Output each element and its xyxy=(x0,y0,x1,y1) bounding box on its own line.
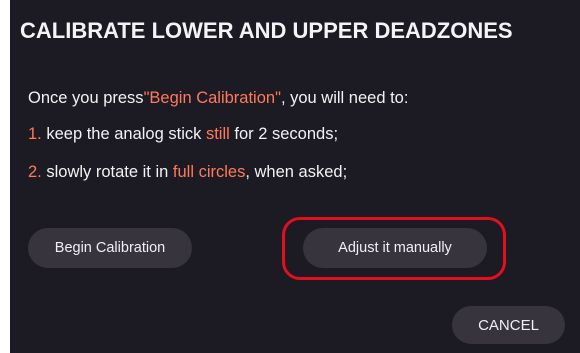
dialog-title: CALIBRATE LOWER AND UPPER DEADZONES xyxy=(20,18,513,43)
cancel-button[interactable]: CANCEL xyxy=(452,306,565,344)
step-1-text-after: for 2 seconds; xyxy=(229,125,339,143)
step-2-text-after: , when asked; xyxy=(245,163,348,181)
intro-quoted-button-name: "Begin Calibration" xyxy=(143,89,281,107)
step-2-highlight: full circles xyxy=(172,163,246,181)
step-1-number: 1. xyxy=(28,125,42,143)
calibration-dialog: CALIBRATE LOWER AND UPPER DEADZONES Once… xyxy=(10,0,580,353)
step-2: 2. slowly rotate it in full circles, whe… xyxy=(28,163,347,182)
step-1: 1. keep the analog stick still for 2 sec… xyxy=(28,125,338,144)
step-2-text-before: slowly rotate it in xyxy=(41,163,173,181)
intro-suffix: , you will need to: xyxy=(280,89,409,107)
begin-calibration-button[interactable]: Begin Calibration xyxy=(28,228,192,268)
intro-prefix: Once you press xyxy=(28,89,144,107)
step-2-number: 2. xyxy=(28,163,42,181)
intro-text: Once you press"Begin Calibration", you w… xyxy=(28,89,408,108)
step-1-text-before: keep the analog stick xyxy=(41,125,206,143)
step-1-highlight: still xyxy=(205,125,230,143)
adjust-manually-button[interactable]: Adjust it manually xyxy=(303,228,487,268)
